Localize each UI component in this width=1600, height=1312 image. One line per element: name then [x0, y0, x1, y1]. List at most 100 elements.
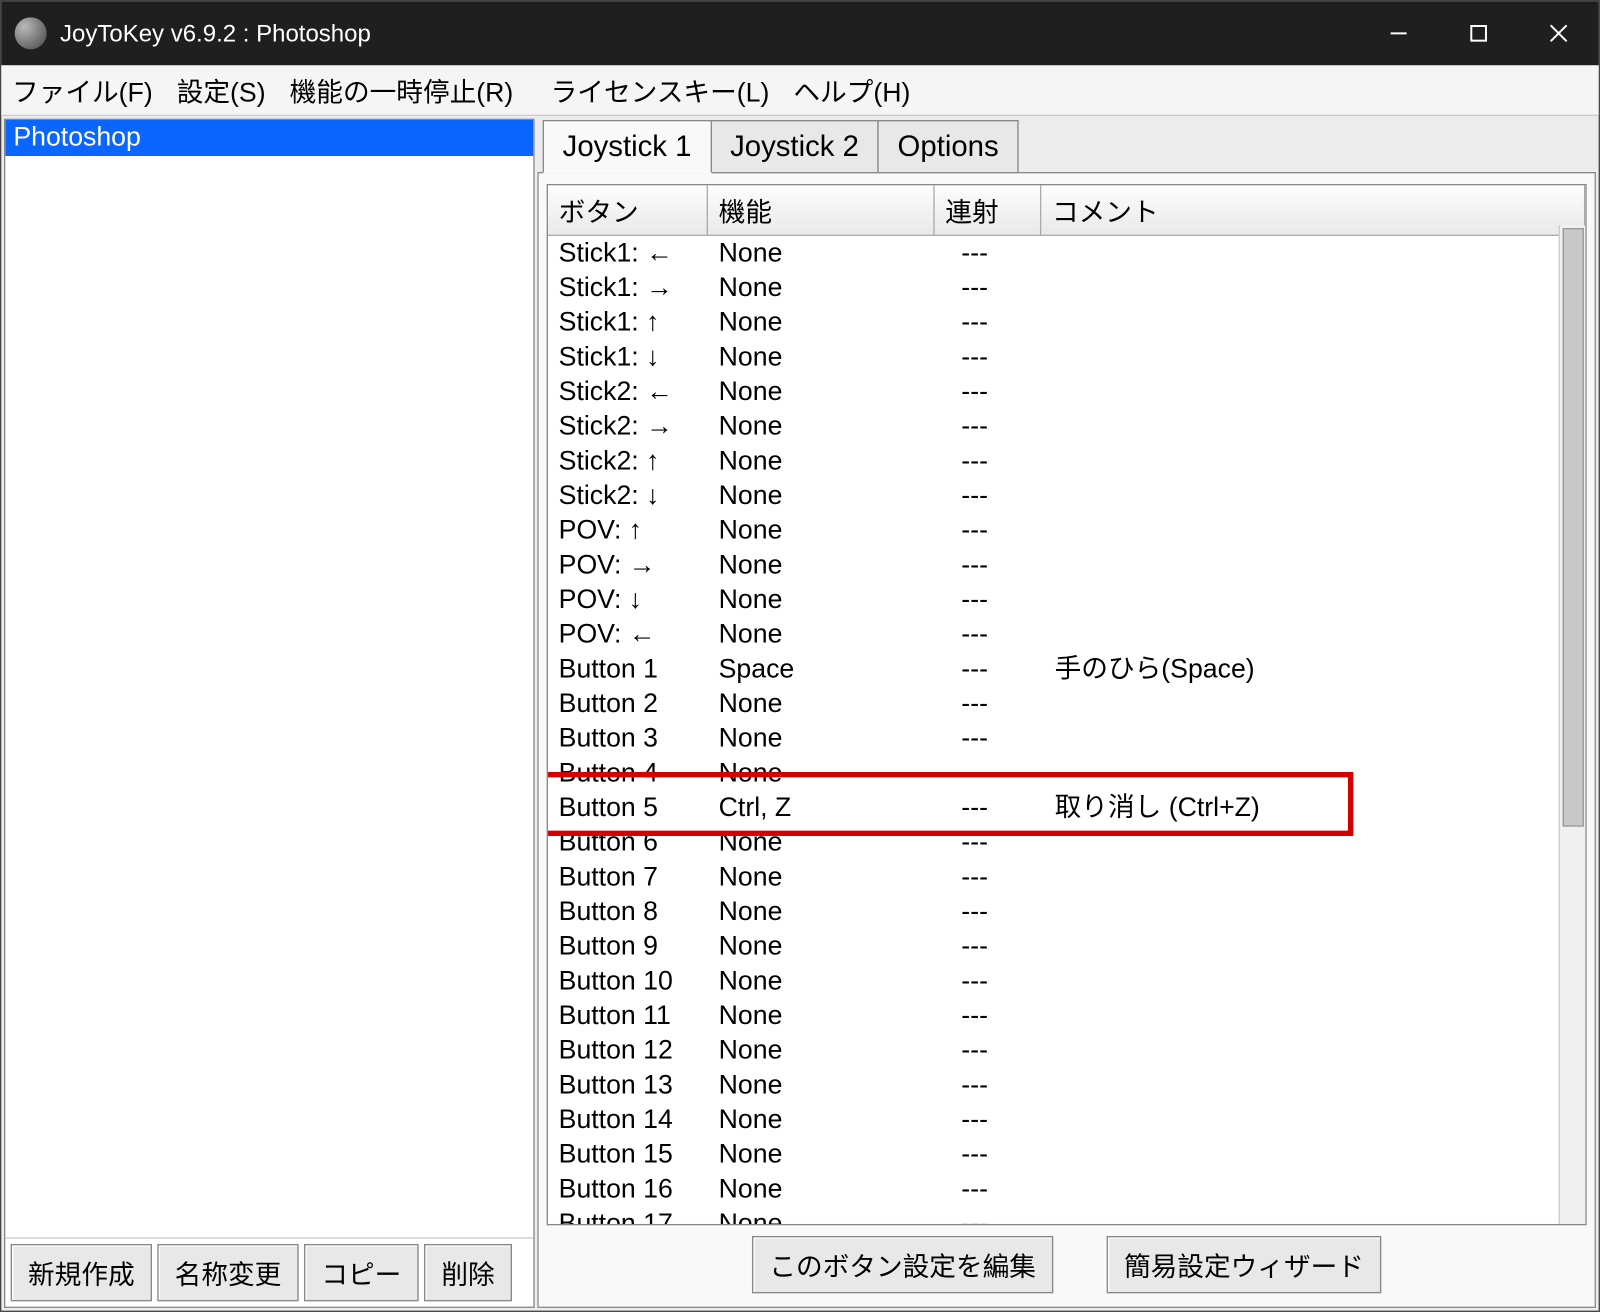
minimize-button[interactable] [1359, 1, 1439, 65]
cell-comment [1055, 305, 1575, 340]
cell-function: None [719, 929, 962, 964]
cell-comment [1055, 444, 1575, 479]
cell-function: None [719, 999, 962, 1034]
table-row[interactable]: Button 2None--- [548, 687, 1585, 722]
vertical-scrollbar[interactable] [1559, 225, 1586, 1224]
table-row[interactable]: Stick2: ←None--- [548, 375, 1585, 410]
cell-comment [1055, 513, 1575, 548]
cell-function: Ctrl, Z [719, 791, 962, 826]
new-profile-button[interactable]: 新規作成 [11, 1244, 152, 1301]
cell-rapid: --- [961, 305, 1054, 340]
header-comment[interactable]: コメント [1041, 185, 1585, 234]
table-row[interactable]: Button 13None--- [548, 1068, 1585, 1103]
table-row[interactable]: POV: ↑None--- [548, 513, 1585, 548]
edit-mapping-button[interactable]: このボタン設定を編集 [752, 1236, 1053, 1293]
cell-button: Stick2: ← [559, 375, 719, 410]
scrollbar-thumb[interactable] [1563, 228, 1584, 827]
profile-item[interactable]: Photoshop [5, 120, 533, 156]
tab-joystick1[interactable]: Joystick 1 [543, 120, 712, 173]
bottom-button-bar: このボタン設定を編集 簡易設定ウィザード [547, 1225, 1587, 1298]
table-row[interactable]: Button 11None--- [548, 999, 1585, 1034]
table-row[interactable]: Stick1: ↓None--- [548, 340, 1585, 375]
menu-settings[interactable]: 設定(S) [177, 71, 266, 110]
tab-options[interactable]: Options [878, 120, 1019, 173]
cell-function: None [719, 236, 962, 271]
cell-comment: 取り消し (Ctrl+Z) [1055, 791, 1575, 826]
cell-button: POV: ↓ [559, 583, 719, 618]
delete-profile-button[interactable]: 削除 [424, 1244, 512, 1301]
table-row[interactable]: Button 17None--- [548, 1207, 1585, 1224]
cell-rapid: --- [961, 721, 1054, 756]
table-row[interactable]: Stick2: →None--- [548, 409, 1585, 444]
table-row[interactable]: Button 12None--- [548, 1033, 1585, 1068]
cell-comment [1055, 1103, 1575, 1138]
rename-profile-button[interactable]: 名称変更 [157, 1244, 298, 1301]
cell-comment [1055, 860, 1575, 895]
cell-function: None [719, 1172, 962, 1207]
close-button[interactable] [1519, 1, 1599, 65]
cell-rapid: --- [961, 1207, 1054, 1224]
menu-pause[interactable]: 機能の一時停止(R) [290, 71, 514, 110]
cell-comment [1055, 721, 1575, 756]
table-row[interactable]: Button 8None--- [548, 895, 1585, 930]
table-row[interactable]: Button 6None--- [548, 825, 1585, 860]
cell-rapid: --- [961, 860, 1054, 895]
maximize-button[interactable] [1439, 1, 1519, 65]
table-row[interactable]: Button 10None--- [548, 964, 1585, 999]
table-row[interactable]: POV: ↓None--- [548, 583, 1585, 618]
menu-file[interactable]: ファイル(F) [12, 71, 153, 110]
table-row[interactable]: Button 5Ctrl, Z---取り消し (Ctrl+Z) [548, 791, 1585, 826]
copy-profile-button[interactable]: コピー [304, 1244, 419, 1301]
table-row[interactable]: Stick2: ↑None--- [548, 444, 1585, 479]
header-function[interactable]: 機能 [708, 185, 935, 234]
cell-function: None [719, 687, 962, 722]
cell-rapid: --- [961, 548, 1054, 583]
table-row[interactable]: Button 3None--- [548, 721, 1585, 756]
cell-comment [1055, 1068, 1575, 1103]
wizard-button[interactable]: 簡易設定ウィザード [1107, 1236, 1382, 1293]
table-row[interactable]: POV: →None--- [548, 548, 1585, 583]
cell-comment [1055, 1033, 1575, 1068]
table-body[interactable]: Stick1: ←None---Stick1: →None---Stick1: … [548, 236, 1585, 1224]
cell-comment [1055, 756, 1575, 791]
table-row[interactable]: Stick1: →None--- [548, 271, 1585, 306]
menu-license[interactable]: ライセンスキー(L) [551, 71, 770, 110]
cell-rapid: --- [961, 479, 1054, 514]
table-row[interactable]: Stick2: ↓None--- [548, 479, 1585, 514]
table-row[interactable]: Stick1: ↑None--- [548, 305, 1585, 340]
header-rapid[interactable]: 連射 [935, 185, 1042, 234]
table-row[interactable]: Button 4None--- [548, 756, 1585, 791]
cell-comment [1055, 409, 1575, 444]
tab-joystick2[interactable]: Joystick 2 [710, 120, 879, 173]
content-area: Photoshop 新規作成 名称変更 コピー 削除 Joystick 1 Jo… [1, 116, 1598, 1311]
table-row[interactable]: Button 1Space---手のひら(Space) [548, 652, 1585, 687]
table-row[interactable]: Button 14None--- [548, 1103, 1585, 1138]
cell-button: POV: ← [559, 617, 719, 652]
table-row[interactable]: Button 9None--- [548, 929, 1585, 964]
menu-help[interactable]: ヘルプ(H) [793, 71, 910, 110]
cell-button: POV: → [559, 548, 719, 583]
close-icon [1549, 24, 1568, 43]
profile-list[interactable]: Photoshop [5, 120, 533, 1237]
cell-button: Button 2 [559, 687, 719, 722]
cell-button: Stick1: ↑ [559, 305, 719, 340]
cell-rapid: --- [961, 340, 1054, 375]
table-row[interactable]: Button 15None--- [548, 1137, 1585, 1172]
cell-button: Button 7 [559, 860, 719, 895]
cell-button: Button 14 [559, 1103, 719, 1138]
header-button[interactable]: ボタン [548, 185, 708, 234]
cell-comment [1055, 1207, 1575, 1224]
cell-function: None [719, 895, 962, 930]
table-row[interactable]: Button 7None--- [548, 860, 1585, 895]
cell-comment [1055, 895, 1575, 930]
cell-comment: 手のひら(Space) [1055, 652, 1575, 687]
cell-button: Stick1: ↓ [559, 340, 719, 375]
cell-button: Button 12 [559, 1033, 719, 1068]
table-row[interactable]: POV: ←None--- [548, 617, 1585, 652]
cell-rapid: --- [961, 513, 1054, 548]
cell-rapid: --- [961, 375, 1054, 410]
sidebar: Photoshop 新規作成 名称変更 コピー 削除 [4, 119, 535, 1308]
table-row[interactable]: Stick1: ←None--- [548, 236, 1585, 271]
table-row[interactable]: Button 16None--- [548, 1172, 1585, 1207]
cell-rapid: --- [961, 617, 1054, 652]
